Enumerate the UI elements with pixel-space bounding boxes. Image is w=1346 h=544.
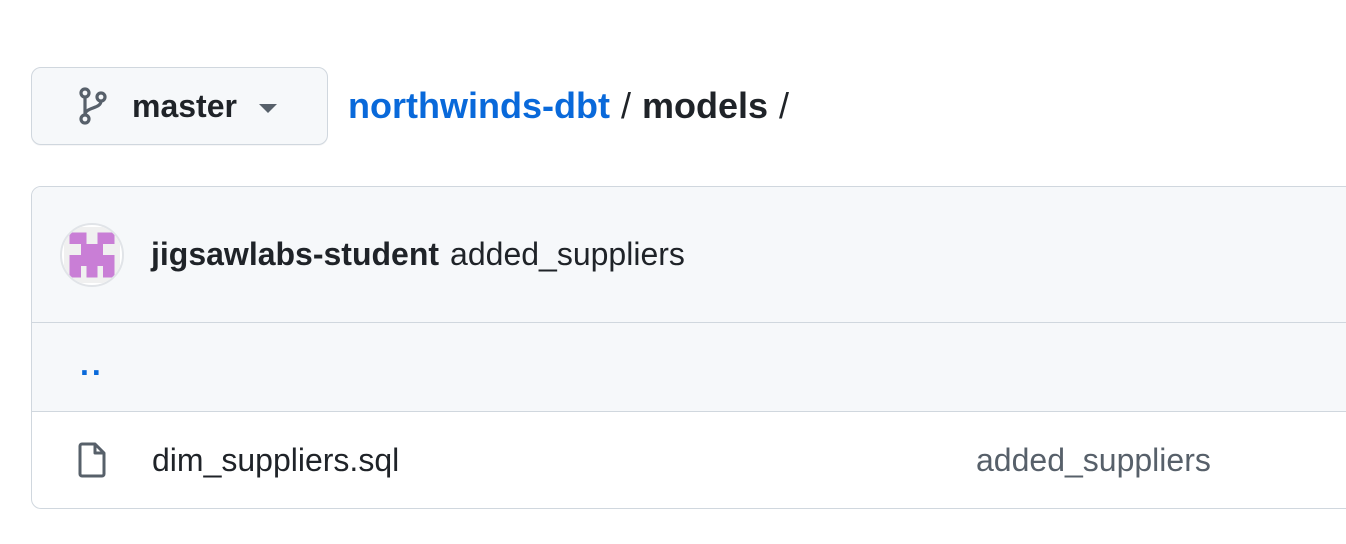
parent-directory-link[interactable]: .. <box>80 346 104 383</box>
repo-navigation-bar: master northwinds-dbt / models / <box>31 67 800 145</box>
commit-author-link[interactable]: jigsawlabs-student <box>151 236 439 273</box>
breadcrumb: northwinds-dbt / models / <box>348 85 800 127</box>
commit-message-link[interactable]: added_suppliers <box>450 236 685 273</box>
breadcrumb-trailing-separator: / <box>779 85 790 126</box>
file-row: dim_suppliers.sql added_suppliers <box>32 412 1346 508</box>
branch-select-button[interactable]: master <box>31 67 328 145</box>
breadcrumb-repo-link[interactable]: northwinds-dbt <box>348 85 610 127</box>
latest-commit-row: jigsawlabs-student added_suppliers <box>32 187 1346 323</box>
file-icon <box>76 441 108 479</box>
file-last-commit-link[interactable]: added_suppliers <box>976 442 1211 479</box>
branch-name: master <box>132 87 237 124</box>
file-name-link[interactable]: dim_suppliers.sql <box>152 442 399 479</box>
file-browser: jigsawlabs-student added_suppliers .. di… <box>31 186 1346 509</box>
avatar[interactable] <box>60 222 124 287</box>
parent-directory-row: .. <box>32 323 1346 412</box>
breadcrumb-separator: / <box>620 85 631 126</box>
triangle-down-icon <box>258 103 277 113</box>
git-branch-icon <box>76 86 110 126</box>
breadcrumb-current-directory: models <box>641 85 768 126</box>
